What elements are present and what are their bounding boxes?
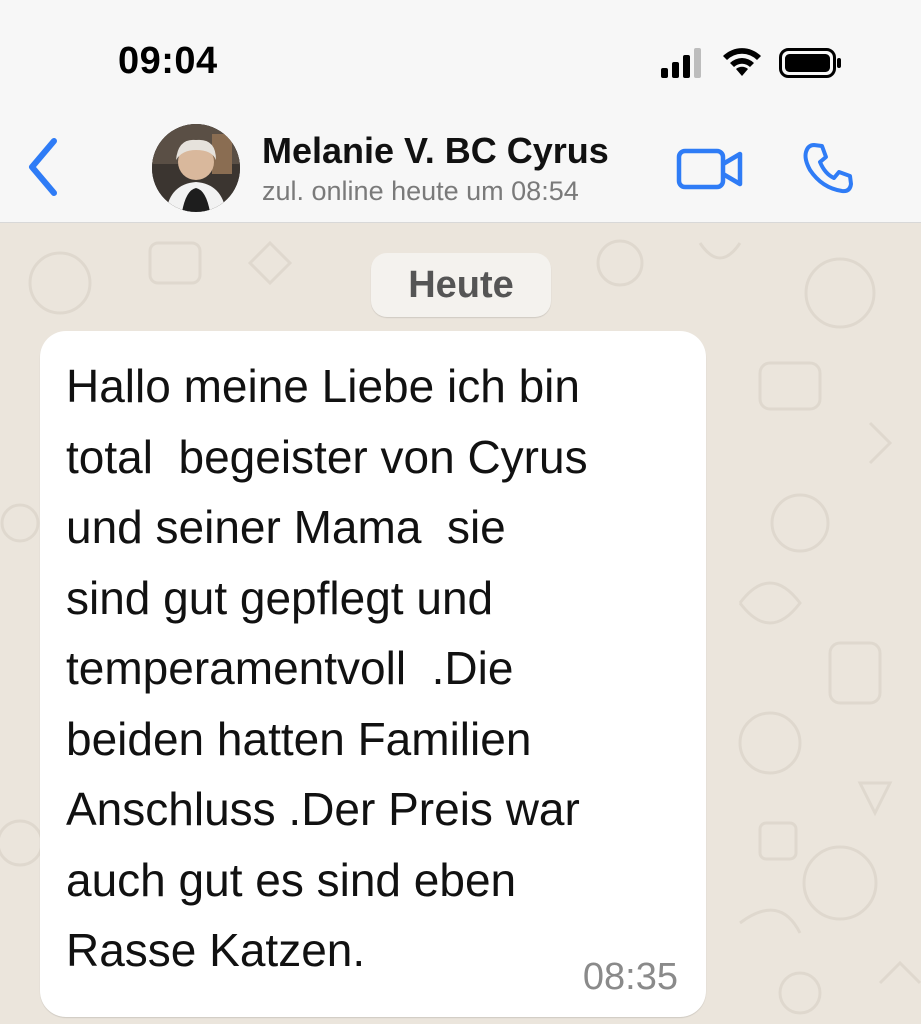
- signal-icon: [661, 48, 701, 78]
- chat-area[interactable]: Heute Hallo meine Liebe ich bin total be…: [0, 223, 921, 1024]
- status-time: 09:04: [118, 40, 218, 82]
- avatar[interactable]: [152, 124, 240, 212]
- video-call-button[interactable]: [676, 146, 746, 192]
- voice-call-button[interactable]: [800, 140, 856, 196]
- status-bar: 09:04: [0, 0, 921, 110]
- message-bubble[interactable]: Hallo meine Liebe ich bin total begeiste…: [40, 331, 706, 1017]
- message-text: Hallo meine Liebe ich bin total begeiste…: [66, 360, 588, 976]
- contact-name[interactable]: Melanie V. BC Cyrus: [262, 130, 609, 172]
- date-separator: Heute: [371, 253, 551, 317]
- contact-status: zul. online heute um 08:54: [262, 176, 579, 206]
- status-icons: [661, 46, 843, 78]
- video-camera-icon: [676, 148, 743, 190]
- chevron-left-icon: [29, 138, 57, 196]
- back-button[interactable]: [18, 132, 68, 202]
- avatar-photo: [152, 124, 240, 212]
- wifi-icon: [723, 48, 761, 76]
- message-time: 08:35: [582, 956, 678, 998]
- chat-header: Melanie V. BC Cyrus zul. online heute um…: [0, 110, 921, 223]
- phone-icon: [803, 143, 853, 194]
- battery-icon: [779, 48, 841, 78]
- chat-screen: 09:04 Melanie V. BC Cyrus zul. online he…: [0, 0, 921, 1024]
